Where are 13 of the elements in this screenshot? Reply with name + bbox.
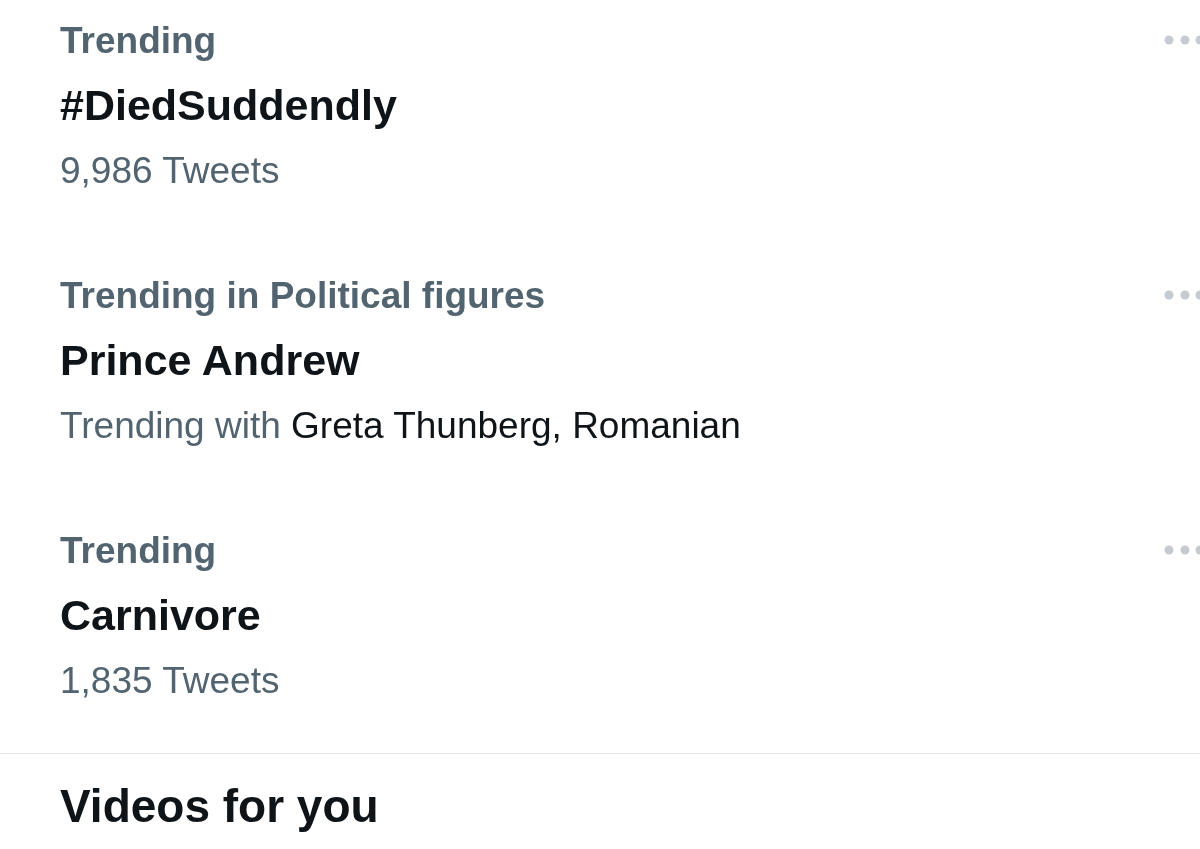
- tweet-count: 1,835 Tweets: [60, 659, 280, 703]
- more-options-icon[interactable]: [1164, 290, 1200, 300]
- more-options-icon[interactable]: [1164, 35, 1200, 45]
- trend-category: Trending: [60, 19, 217, 63]
- section-heading: Videos for you: [59, 780, 379, 832]
- trend-category: Trending: [60, 529, 217, 573]
- trend-title[interactable]: #DiedSuddendly: [60, 73, 397, 138]
- trend-title[interactable]: Carnivore: [60, 583, 261, 648]
- trending-with-text: Trending with Greta Thunberg, Romanian: [60, 404, 741, 448]
- trend-category: Trending in Political figures: [60, 274, 546, 318]
- tweet-count: 9,986 Tweets: [60, 149, 280, 193]
- trend-title[interactable]: Prince Andrew: [60, 328, 360, 393]
- more-options-icon[interactable]: [1164, 545, 1200, 555]
